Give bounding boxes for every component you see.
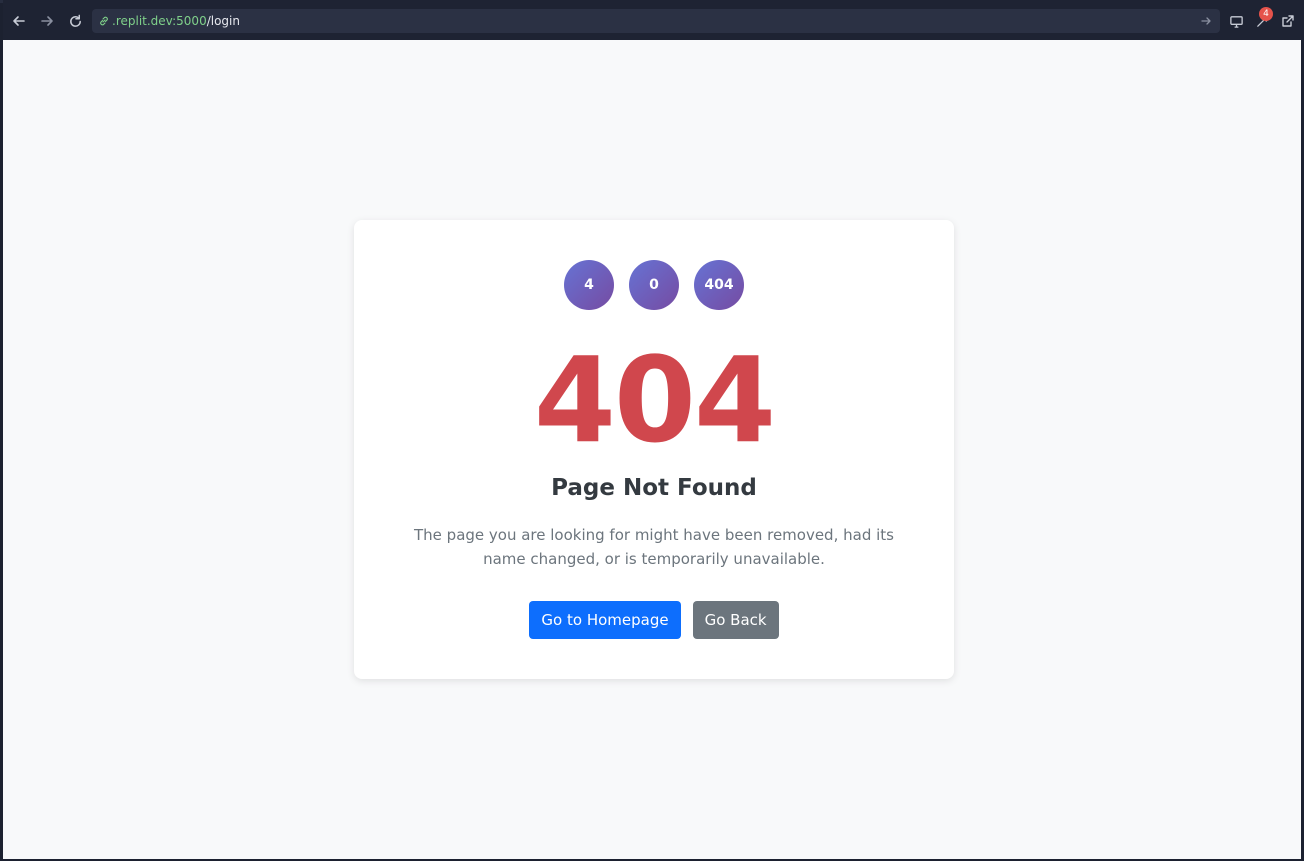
reload-icon xyxy=(69,14,81,27)
circle-digit: 4 xyxy=(564,260,614,310)
browser-window: .replit.dev:5000/login 4 4 0 404 404 Pag… xyxy=(0,0,1304,861)
url-bar[interactable]: .replit.dev:5000/login xyxy=(92,9,1220,33)
go-to-homepage-button[interactable]: Go to Homepage xyxy=(529,601,681,639)
notification-badge: 4 xyxy=(1259,7,1273,21)
number-circles: 4 0 404 xyxy=(354,260,954,310)
error-code: 404 xyxy=(533,331,776,469)
page-title: Page Not Found xyxy=(551,475,757,501)
error-description: The page you are looking for might have … xyxy=(414,526,894,568)
error-card: 4 0 404 404 Page Not Found The page you … xyxy=(354,220,954,679)
link-icon xyxy=(100,16,108,26)
circle-digit: 0 xyxy=(629,260,679,310)
forward-arrow-icon xyxy=(41,16,53,26)
back-button[interactable] xyxy=(8,10,30,32)
monitor-icon xyxy=(1229,15,1243,28)
url-host: .replit.dev:5000 xyxy=(112,14,207,28)
open-new-tab-button[interactable] xyxy=(1277,10,1299,32)
circle-digit: 404 xyxy=(694,260,744,310)
url-path: /login xyxy=(206,14,240,28)
browser-toolbar: .replit.dev:5000/login xyxy=(3,0,1304,40)
external-link-icon xyxy=(1282,15,1294,27)
action-buttons: Go to Homepage Go Back xyxy=(354,601,954,639)
go-back-button[interactable]: Go Back xyxy=(692,601,779,639)
forward-button[interactable] xyxy=(36,10,58,32)
reload-button[interactable] xyxy=(64,10,86,32)
go-arrow-icon xyxy=(1201,17,1211,25)
go-button[interactable] xyxy=(1198,13,1214,29)
devices-button[interactable] xyxy=(1225,10,1247,32)
back-arrow-icon xyxy=(13,16,25,26)
page-content: 4 0 404 404 Page Not Found The page you … xyxy=(3,40,1301,859)
